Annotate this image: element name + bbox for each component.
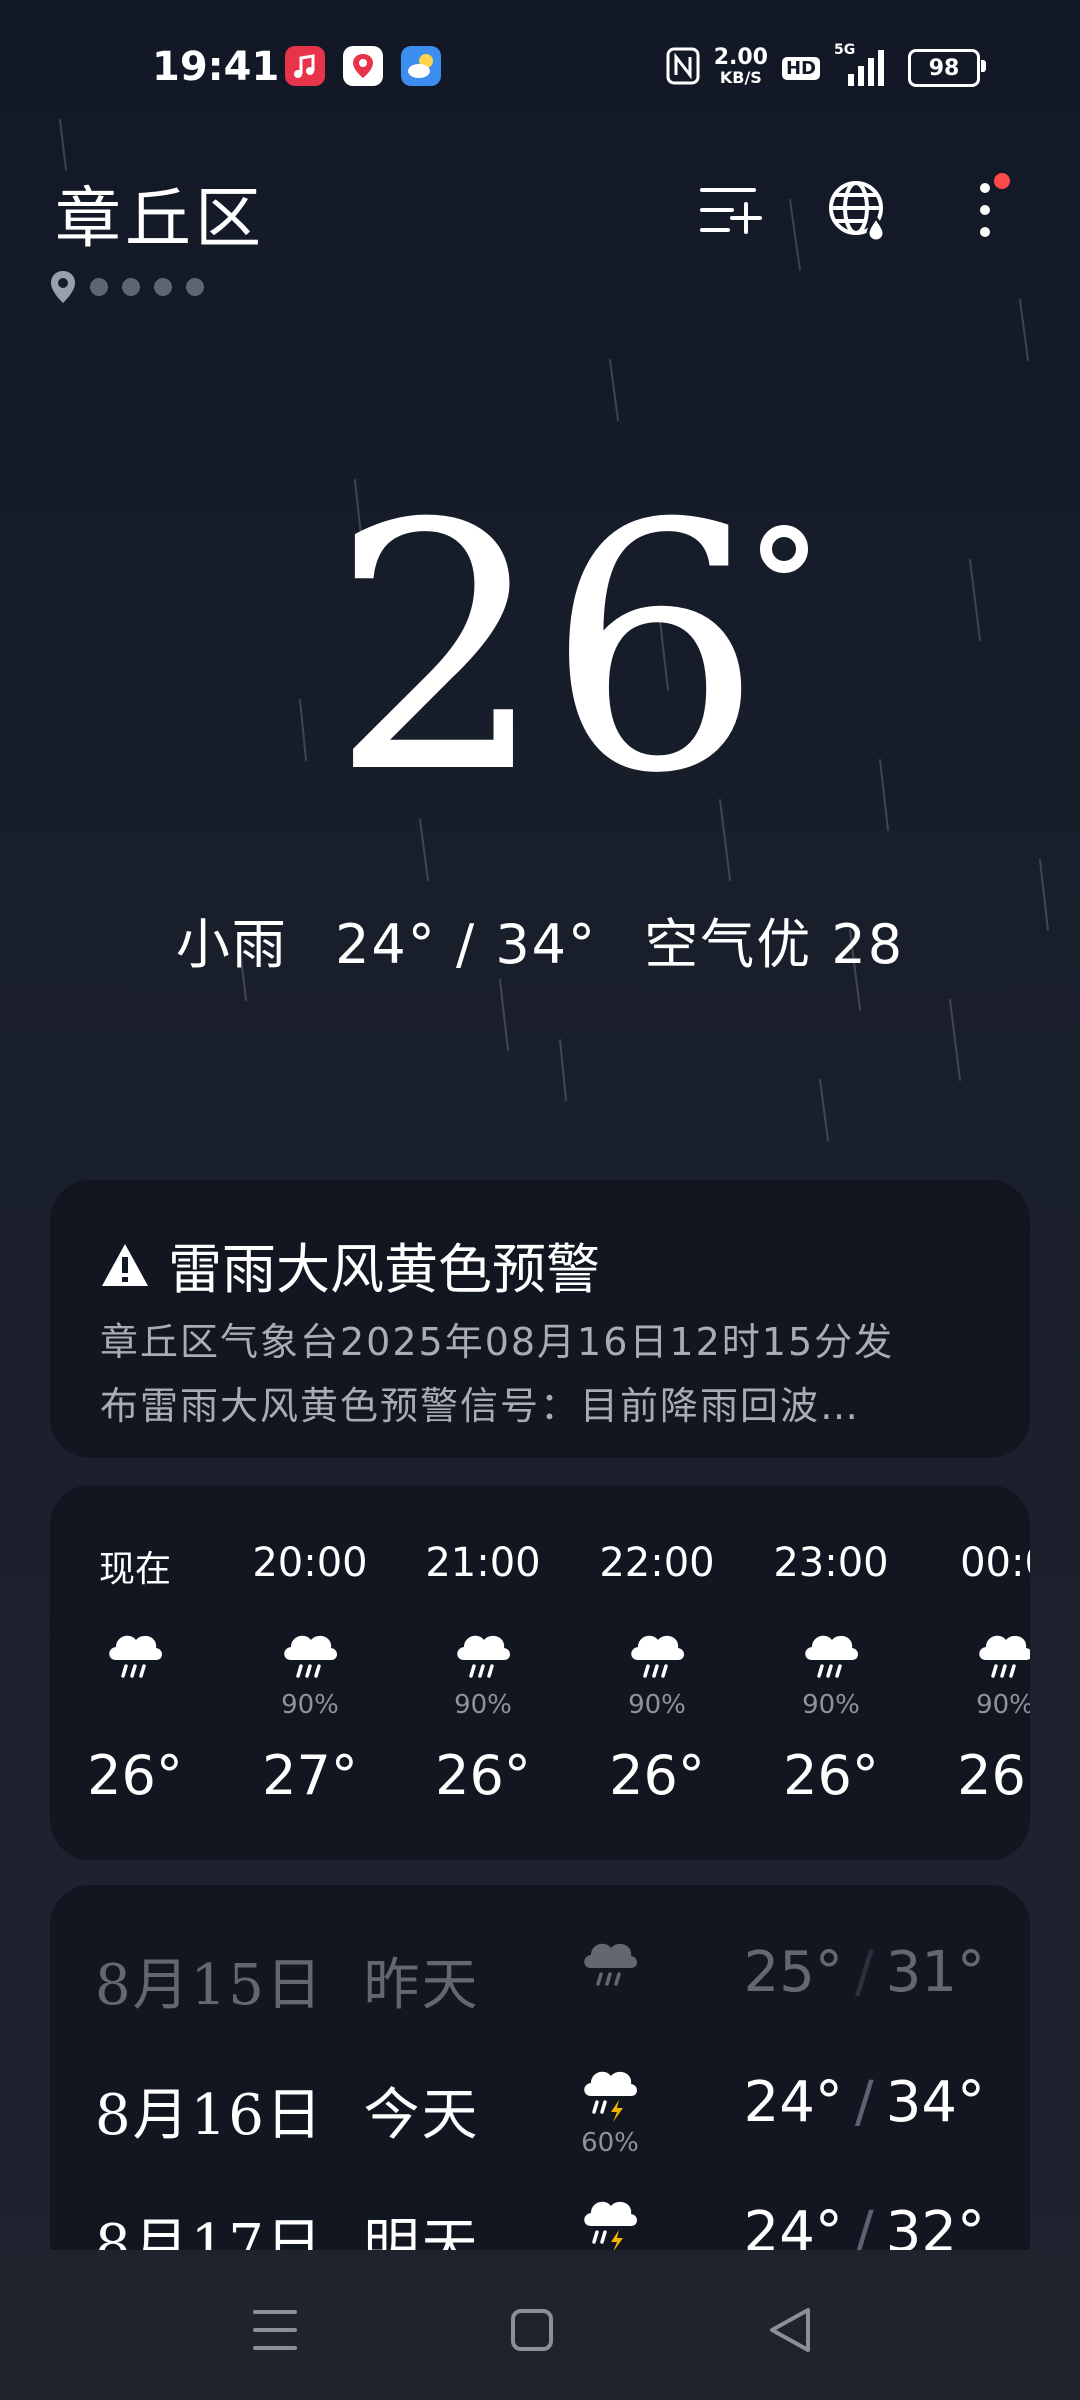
page-dot xyxy=(122,278,140,296)
current-range: 24° / 34° xyxy=(335,913,598,976)
hour-time: 现在 xyxy=(98,1549,171,1590)
hourly-item: 23:00 90% 26° xyxy=(756,1540,906,1807)
warning-line: 章丘区气象台2025年08月16日12时15分发 xyxy=(100,1320,895,1364)
more-options-button[interactable] xyxy=(950,173,1020,245)
hourly-item: 00:0 90% 26° xyxy=(930,1540,1030,1807)
location-pin-icon xyxy=(51,271,75,303)
status-bar: 19:41 2.00 KB/S HD 5G 98 xyxy=(0,0,1080,140)
day-temps: 25°/31° xyxy=(743,1940,985,2005)
rain-cloud-icon xyxy=(565,1928,655,1998)
hourly-forecast-card[interactable]: 现在 26° 20:00 90% 27° 21:00 90% 26° 22:00… xyxy=(50,1485,1030,1860)
warning-title: 雷雨大风黄色预警 xyxy=(168,1238,600,1301)
hour-temp: 26° xyxy=(435,1744,531,1807)
current-condition: 小雨 xyxy=(175,913,288,976)
current-temperature: 26 xyxy=(330,452,763,848)
page-dot xyxy=(90,278,108,296)
hour-temp: 26° xyxy=(609,1744,705,1807)
day-date: 8月15日 昨天 xyxy=(95,1940,480,2021)
network-type: 5G xyxy=(834,42,856,58)
page-dot xyxy=(186,278,204,296)
day-precip: 60% xyxy=(581,2128,639,2158)
day-high: 34° xyxy=(885,2070,985,2135)
air-quality[interactable]: 空气优 28 xyxy=(644,913,904,976)
hour-temp: 27° xyxy=(262,1744,358,1807)
net-speed-unit: KB/S xyxy=(719,68,762,87)
menu-icon xyxy=(253,2310,297,2350)
menu-button[interactable] xyxy=(235,2290,315,2370)
hourly-item: 20:00 90% 27° xyxy=(235,1540,385,1807)
rain-cloud-icon xyxy=(408,1620,558,1690)
hour-temp: 26° xyxy=(87,1744,183,1807)
net-speed-value: 2.00 xyxy=(713,45,768,70)
hour-precip: 90% xyxy=(454,1690,512,1720)
hourly-item: 现在 26° xyxy=(60,1540,210,1807)
hour-precip: 90% xyxy=(802,1690,860,1720)
manage-cities-button[interactable] xyxy=(695,175,765,245)
rain-cloud-icon xyxy=(756,1620,906,1690)
home-button[interactable] xyxy=(492,2290,572,2370)
status-time: 19:41 xyxy=(152,44,280,90)
hour-precip: 90% xyxy=(976,1690,1030,1720)
hour-time: 22:00 xyxy=(599,1540,715,1586)
warning-icon xyxy=(102,1243,148,1286)
list-add-icon xyxy=(700,188,762,234)
current-summary: 小雨 24° / 34° 空气优 28 xyxy=(0,900,1080,979)
hour-time: 20:00 xyxy=(252,1540,368,1586)
hour-precip xyxy=(60,1690,210,1720)
thunder-rain-icon: 60% xyxy=(565,2058,655,2158)
daily-row[interactable]: 8月15日 昨天 25°/31° xyxy=(50,1920,1030,2030)
page-indicator xyxy=(50,270,204,304)
day-date: 8月16日 今天 xyxy=(95,2070,480,2151)
square-home-icon xyxy=(511,2309,553,2351)
degree-symbol xyxy=(760,525,808,573)
signal-icon: 5G xyxy=(834,42,894,88)
warning-text: 章丘区气象台2025年08月16日12时15分发 布雷雨大风黄色预警信号：目前降… xyxy=(100,1310,990,1438)
notification-dot xyxy=(994,173,1010,189)
hour-time: 00:0 xyxy=(960,1540,1030,1586)
day-low: 25° xyxy=(743,1940,843,2005)
rain-cloud-icon xyxy=(930,1620,1030,1690)
hour-time: 21:00 xyxy=(425,1540,541,1586)
daily-forecast-card[interactable]: 8月15日 昨天 25°/31° 8月16日 今天 60% 24°/34° 8月… xyxy=(50,1885,1030,2285)
hour-temp: 26° xyxy=(783,1744,879,1807)
day-date-text: 8月15日 xyxy=(95,1953,324,2018)
back-button[interactable] xyxy=(750,2290,830,2370)
nfc-icon xyxy=(666,47,700,89)
hour-temp: 26° xyxy=(957,1744,1030,1807)
warning-title-row: 雷雨大风黄色预警 xyxy=(100,1225,600,1304)
more-vert-icon xyxy=(980,183,990,237)
status-indicators: 2.00 KB/S HD 5G 98 xyxy=(666,42,986,92)
rain-cloud-icon xyxy=(60,1620,210,1690)
hour-time: 23:00 xyxy=(773,1540,889,1586)
hd-badge: HD xyxy=(781,56,820,80)
day-high: 31° xyxy=(885,1940,985,2005)
day-date-text: 8月16日 xyxy=(95,2083,324,2148)
warning-line: 布雷雨大风黄色预警信号：目前降雨回波… xyxy=(100,1384,861,1428)
net-speed: 2.00 KB/S xyxy=(713,45,768,88)
battery-indicator: 98 xyxy=(908,49,986,87)
hourly-item: 21:00 90% 26° xyxy=(408,1540,558,1807)
location-title[interactable]: 章丘区 xyxy=(55,165,265,261)
rain-cloud-icon xyxy=(582,1620,732,1690)
map-app-icon xyxy=(343,46,383,86)
back-triangle-icon xyxy=(770,2308,810,2352)
navigation-bar xyxy=(0,2250,1080,2400)
daily-row[interactable]: 8月16日 今天 60% 24°/34° xyxy=(50,2050,1030,2160)
music-app-icon xyxy=(285,46,325,86)
globe-icon xyxy=(829,181,886,242)
weather-warning-card[interactable]: 雷雨大风黄色预警 章丘区气象台2025年08月16日12时15分发 布雷雨大风黄… xyxy=(50,1180,1030,1458)
hour-precip: 90% xyxy=(628,1690,686,1720)
rain-cloud-icon xyxy=(235,1620,385,1690)
weather-app-icon xyxy=(401,46,441,86)
thunder-rain-icon xyxy=(565,2188,655,2258)
page-dot xyxy=(154,278,172,296)
hour-precip: 90% xyxy=(281,1690,339,1720)
global-weather-button[interactable] xyxy=(823,175,893,245)
hourly-item: 22:00 90% 26° xyxy=(582,1540,732,1807)
day-label: 今天 xyxy=(363,2083,480,2148)
day-temps: 24°/34° xyxy=(743,2070,985,2135)
day-low: 24° xyxy=(743,2070,843,2135)
day-label: 昨天 xyxy=(363,1953,480,2018)
